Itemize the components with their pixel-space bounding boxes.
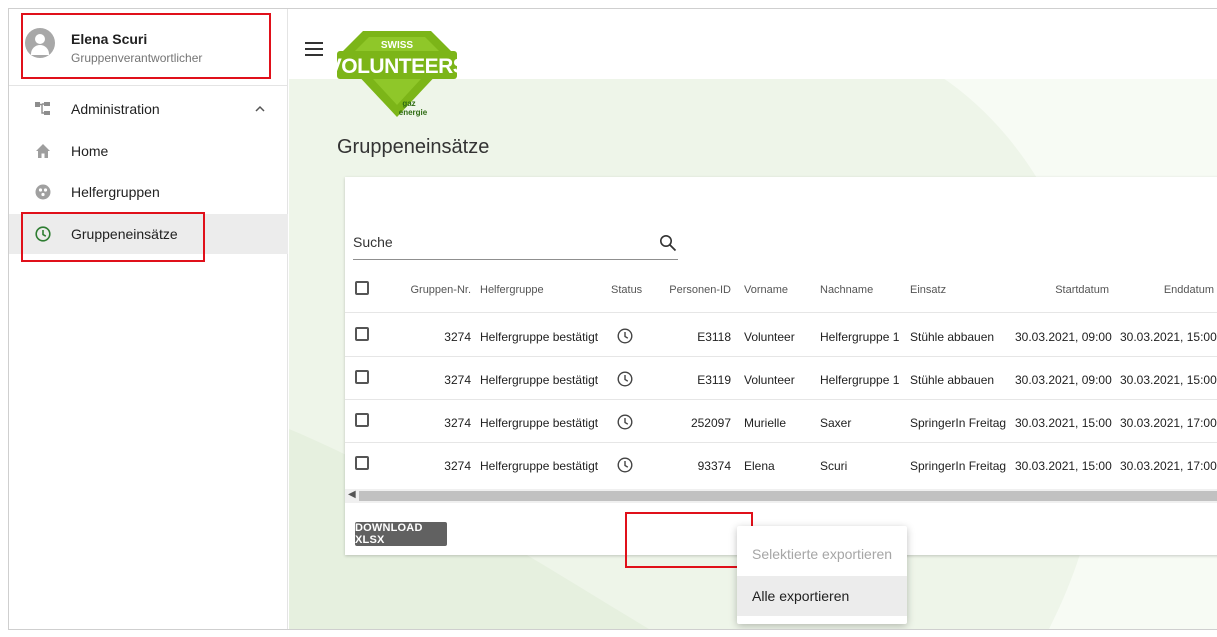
scrollbar-thumb[interactable] [359, 491, 1217, 501]
sidebar-item-label: Home [71, 143, 109, 159]
cell-nachname: Scuri [820, 459, 848, 473]
row-checkbox[interactable] [355, 413, 369, 427]
cell-vorname: Murielle [744, 416, 787, 430]
cell-vorname: Volunteer [744, 373, 795, 387]
sidebar-item-label: Administration [71, 101, 160, 117]
cell-startdatum: 30.03.2021, 09:00 [1015, 330, 1112, 344]
clock-icon [617, 457, 633, 473]
menu-item-export-all[interactable]: Alle exportieren [737, 576, 907, 616]
chevron-up-icon[interactable] [254, 103, 266, 115]
cell-enddatum: 30.03.2021, 15:00 [1120, 373, 1217, 387]
cell-einsatz: SpringerIn Freitag [910, 416, 1007, 430]
menu-item-export-selected: Selektierte exportieren [752, 546, 893, 562]
svg-text:energie: energie [399, 108, 428, 117]
cell-einsatz: Stühle abbauen [910, 330, 995, 344]
sidebar-item-administration[interactable]: Administration [9, 89, 288, 129]
header-startdatum[interactable]: Startdatum [1035, 284, 1109, 296]
cell-gruppen-nr: 3274 [444, 373, 471, 387]
cell-gruppen-nr: 3274 [444, 459, 471, 473]
header-nachname[interactable]: Nachname [820, 284, 873, 296]
select-all-checkbox[interactable] [355, 281, 369, 295]
sidebar-item-label: Helfergruppen [71, 184, 160, 200]
download-highlight-box [625, 512, 753, 568]
header-gruppen-nr[interactable]: Gruppen-Nr. [403, 284, 471, 296]
cell-nachname: Helfergruppe 1 [820, 330, 900, 344]
row-divider [345, 312, 1217, 313]
sidebar: Elena Scuri Gruppenverantwortlicher Admi… [9, 9, 288, 629]
group-icon [35, 184, 51, 200]
header-status[interactable]: Status [611, 284, 642, 296]
svg-text:gaz: gaz [402, 99, 415, 108]
cell-enddatum: 30.03.2021, 17:00 [1120, 416, 1217, 430]
row-divider [345, 442, 1217, 443]
cell-personen-id: E3119 [697, 373, 731, 387]
search-underline [353, 259, 678, 260]
header-helfergruppe[interactable]: Helfergruppe [480, 284, 544, 296]
clock-icon [617, 328, 633, 344]
search-input[interactable]: Suche [353, 234, 393, 250]
cell-vorname: Volunteer [744, 330, 795, 344]
header-enddatum[interactable]: Enddatum [1140, 284, 1214, 296]
nav-highlight-box [21, 212, 205, 262]
user-name: Elena Scuri [71, 31, 148, 47]
svg-text:VOLUNTEERS: VOLUNTEERS [335, 55, 459, 78]
sitemap-icon [35, 102, 50, 115]
home-icon [36, 144, 50, 158]
header-vorname[interactable]: Vorname [744, 284, 788, 296]
swiss-volunteers-logo: SWISS VOLUNTEERS gaz energie [335, 31, 459, 117]
cell-personen-id: 252097 [690, 416, 731, 430]
cell-helfergruppe: Helfergruppe bestätigt [480, 459, 599, 473]
cell-helfergruppe: Helfergruppe bestätigt [480, 330, 599, 344]
cell-nachname: Helfergruppe 1 [820, 373, 900, 387]
header-einsatz[interactable]: Einsatz [910, 284, 946, 296]
download-xlsx-button[interactable]: DOWNLOAD XLSX [355, 522, 447, 546]
cell-enddatum: 30.03.2021, 15:00 [1120, 330, 1217, 344]
cell-helfergruppe: Helfergruppe bestätigt [480, 416, 599, 430]
divider [9, 85, 288, 86]
cell-startdatum: 30.03.2021, 15:00 [1015, 459, 1112, 473]
cell-helfergruppe: Helfergruppe bestätigt [480, 373, 599, 387]
cell-personen-id: 93374 [697, 459, 731, 473]
cell-personen-id: E3118 [697, 330, 731, 344]
app-frame: Elena Scuri Gruppenverantwortlicher Admi… [8, 8, 1217, 630]
hamburger-menu-icon[interactable] [305, 42, 323, 56]
svg-text:SWISS: SWISS [381, 40, 414, 51]
cell-enddatum: 30.03.2021, 17:00 [1120, 459, 1217, 473]
table-card: Suche Gruppen-Nr. Helfergruppe Status Pe… [345, 177, 1217, 555]
sidebar-item-home[interactable]: Home [9, 131, 288, 171]
cell-gruppen-nr: 3274 [444, 330, 471, 344]
row-divider [345, 399, 1217, 400]
cell-nachname: Saxer [820, 416, 852, 430]
row-checkbox[interactable] [355, 370, 369, 384]
row-checkbox[interactable] [355, 327, 369, 341]
clock-icon [617, 371, 633, 387]
sidebar-item-helfergruppen[interactable]: Helfergruppen [9, 172, 288, 212]
cell-einsatz: SpringerIn Freitag [910, 459, 1007, 473]
cell-startdatum: 30.03.2021, 09:00 [1015, 373, 1112, 387]
user-role: Gruppenverantwortlicher [71, 51, 203, 65]
avatar[interactable] [25, 28, 55, 58]
scroll-left-arrow-icon[interactable]: ◀ [348, 489, 356, 500]
main-content: SWISS VOLUNTEERS gaz energie Gruppeneins… [289, 9, 1217, 629]
cell-gruppen-nr: 3274 [444, 416, 471, 430]
header-personen-id[interactable]: Personen-ID [665, 284, 731, 296]
cell-einsatz: Stühle abbauen [910, 373, 995, 387]
horizontal-scrollbar[interactable]: ◀ [345, 489, 1217, 503]
export-menu: Selektierte exportieren Alle exportieren [737, 526, 907, 624]
clock-icon [617, 414, 633, 430]
row-checkbox[interactable] [355, 456, 369, 470]
cell-startdatum: 30.03.2021, 15:00 [1015, 416, 1112, 430]
row-divider [345, 356, 1217, 357]
search-icon[interactable] [659, 234, 677, 252]
page-title: Gruppeneinsätze [337, 136, 490, 158]
cell-vorname: Elena [744, 459, 775, 473]
